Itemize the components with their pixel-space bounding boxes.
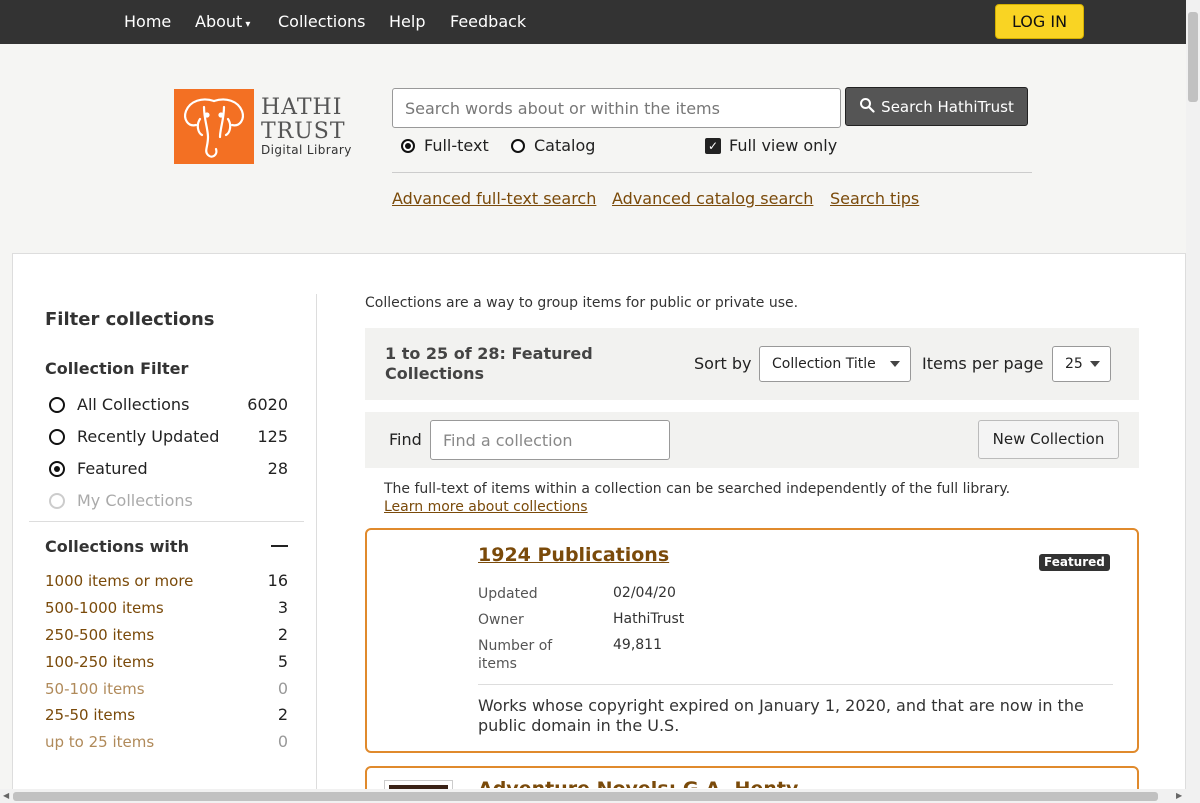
search-input[interactable] — [392, 88, 841, 128]
nav-collections-link[interactable]: Collections — [278, 12, 365, 31]
full-view-label[interactable]: Full view only — [729, 136, 837, 155]
size-filter-link[interactable]: 25-50 items — [45, 706, 135, 724]
fulltext-label[interactable]: Full-text — [424, 136, 489, 155]
collection-title-link[interactable]: 1924 Publications — [478, 544, 669, 566]
search-button-label: Search HathiTrust — [881, 97, 1014, 116]
dropdown-arrow-icon — [1090, 361, 1100, 367]
filter-all-count: 6020 — [247, 395, 288, 414]
nav-about-menu[interactable]: About ▾ — [195, 12, 250, 31]
filter-recent-count: 125 — [257, 427, 288, 446]
filter-recent-label[interactable]: Recently Updated — [77, 427, 219, 446]
nav-feedback-link[interactable]: Feedback — [450, 12, 526, 31]
intro-text: Collections are a way to group items for… — [365, 295, 799, 311]
sort-by-label: Sort by — [694, 354, 752, 373]
fulltext-note: The full-text of items within a collecti… — [384, 481, 1011, 497]
size-filter-link[interactable]: 500-1000 items — [45, 599, 164, 617]
new-collection-button[interactable]: New Collection — [978, 420, 1119, 459]
logo-subtitle: Digital Library — [261, 143, 352, 157]
sort-select[interactable]: Collection Title — [759, 346, 911, 382]
filter-recent-radio[interactable] — [49, 429, 65, 445]
featured-badge: Featured — [1039, 554, 1110, 571]
size-filter-count: 3 — [277, 598, 288, 617]
size-filter-count: 2 — [277, 625, 288, 644]
catalog-radio[interactable] — [511, 139, 525, 153]
results-summary: 1 to 25 of 28: Featured Collections — [385, 344, 593, 383]
filter-all-radio[interactable] — [49, 397, 65, 413]
filter-all-label[interactable]: All Collections — [77, 395, 189, 414]
collection-filter-heading: Collection Filter — [45, 359, 189, 378]
sidebar-divider — [316, 294, 317, 803]
nav-about-label: About — [195, 12, 243, 31]
size-filter-count: 0 — [277, 732, 288, 751]
card-separator — [478, 684, 1113, 685]
scroll-right-arrow-icon[interactable]: ▶ — [1176, 791, 1182, 800]
size-filter-link[interactable]: 1000 items or more — [45, 572, 193, 590]
sidebar-title: Filter collections — [45, 309, 215, 330]
size-filter-link-disabled: 50-100 items — [45, 680, 145, 698]
meta-value: HathiTrust — [613, 611, 685, 627]
login-button[interactable]: LOG IN — [995, 4, 1084, 39]
search-divider — [392, 172, 1032, 173]
collection-description: Works whose copyright expired on January… — [478, 696, 1084, 735]
find-label: Find — [389, 430, 422, 449]
search-tips-link[interactable]: Search tips — [830, 189, 919, 208]
collections-with-heading: Collections with — [45, 537, 189, 556]
nav-help-link[interactable]: Help — [389, 12, 425, 31]
filter-mine-label: My Collections — [77, 491, 193, 510]
meta-key: Updated — [478, 586, 538, 602]
filter-featured-radio[interactable] — [49, 461, 65, 477]
meta-value: 02/04/20 — [613, 585, 676, 601]
items-per-page-label: Items per page — [922, 354, 1044, 373]
dropdown-arrow-icon — [890, 361, 900, 367]
chevron-down-icon: ▾ — [245, 19, 251, 30]
sort-select-value: Collection Title — [772, 356, 876, 372]
filter-mine-radio — [49, 493, 65, 509]
search-button[interactable]: Search HathiTrust — [845, 87, 1028, 126]
advanced-fulltext-search-link[interactable]: Advanced full-text search — [392, 189, 596, 208]
search-icon — [859, 97, 875, 117]
size-filter-count: 5 — [277, 652, 288, 671]
advanced-catalog-search-link[interactable]: Advanced catalog search — [612, 189, 813, 208]
collapse-minus-icon[interactable] — [271, 545, 288, 547]
size-filter-link[interactable]: 100-250 items — [45, 653, 154, 671]
filter-featured-count: 28 — [267, 459, 288, 478]
filter-featured-label[interactable]: Featured — [77, 459, 148, 478]
full-view-checkbox[interactable]: ✓ — [705, 138, 721, 154]
meta-key: Owner — [478, 612, 524, 628]
sidebar-separator — [29, 521, 304, 522]
size-filter-link-disabled: up to 25 items — [45, 733, 155, 751]
logo-wordmark-line2: TRUST — [261, 119, 346, 144]
size-filter-count: 0 — [277, 679, 288, 698]
scroll-left-arrow-icon[interactable]: ◀ — [3, 791, 9, 800]
size-filter-count: 2 — [277, 705, 288, 724]
collection-title-link[interactable]: Adventure Novels: G.A. Henty — [478, 778, 798, 788]
elephant-logo-icon[interactable] — [174, 89, 254, 164]
items-per-page-select[interactable]: 25 — [1052, 346, 1111, 382]
fulltext-radio[interactable] — [401, 139, 415, 153]
vertical-scroll-thumb[interactable] — [1188, 12, 1198, 102]
vertical-scrollbar[interactable] — [1186, 0, 1200, 803]
horizontal-scroll-thumb[interactable] — [13, 792, 1158, 801]
items-per-page-value: 25 — [1065, 356, 1083, 372]
size-filter-link[interactable]: 250-500 items — [45, 626, 154, 644]
meta-value: 49,811 — [613, 637, 662, 653]
logo-wordmark-line1: HATHI — [261, 95, 343, 120]
find-collection-input[interactable] — [430, 420, 670, 460]
size-filter-count: 16 — [267, 571, 288, 590]
meta-key: Number of items — [478, 638, 553, 672]
nav-home-link[interactable]: Home — [124, 12, 171, 31]
catalog-label[interactable]: Catalog — [534, 136, 595, 155]
learn-more-link[interactable]: Learn more about collections — [384, 499, 588, 515]
